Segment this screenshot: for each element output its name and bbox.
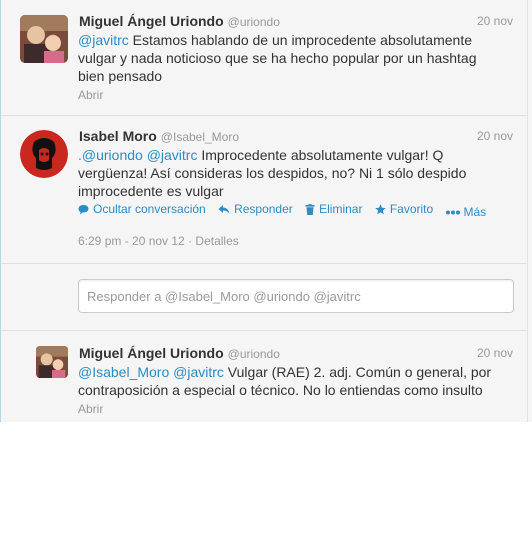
conversation-timeline: Miguel Ángel Uriondo @uriondo 20 nov @jav… xyxy=(0,0,532,422)
delete-label: Eliminar xyxy=(319,202,363,216)
reply-area xyxy=(1,263,527,330)
delete-button[interactable]: Eliminar xyxy=(305,202,362,216)
mention-links[interactable]: @Isabel_Moro @javitrc xyxy=(78,364,224,380)
author-name[interactable]: Miguel Ángel Uriondo @uriondo xyxy=(79,13,280,29)
tweet-text: @Isabel_Moro @javitrc Vulgar (RAE) 2. ad… xyxy=(78,363,503,399)
reply-arrow-icon xyxy=(218,204,230,214)
reply-input[interactable] xyxy=(78,279,514,313)
star-icon xyxy=(375,203,386,214)
tweet-text: @javitrc Estamos hablando de un improced… xyxy=(78,31,498,85)
hide-conversation-button[interactable]: Ocultar conversación xyxy=(78,202,206,216)
more-dots-icon xyxy=(445,210,460,214)
speech-bubble-icon xyxy=(78,204,89,214)
mention-links[interactable]: .@uriondo @javitrc xyxy=(78,147,197,163)
hide-conversation-label: Ocultar conversación xyxy=(93,202,206,216)
tweet-uriondo-2[interactable]: Miguel Ángel Uriondo @uriondo 20 nov @Isa… xyxy=(1,330,527,422)
reply-button[interactable]: Responder xyxy=(218,202,293,216)
more-label: Más xyxy=(463,205,487,219)
author-name[interactable]: Miguel Ángel Uriondo @uriondo xyxy=(79,345,280,361)
author-handle[interactable]: @uriondo xyxy=(228,347,280,361)
tweet-uriondo-1[interactable]: Miguel Ángel Uriondo @uriondo 20 nov @jav… xyxy=(1,0,527,115)
author-display-name[interactable]: Miguel Ángel Uriondo xyxy=(79,13,224,29)
open-tweet-link[interactable]: Abrir xyxy=(78,88,103,102)
author-handle[interactable]: @Isabel_Moro xyxy=(161,130,239,144)
meta-separator: · xyxy=(184,234,196,248)
avatar-uriondo[interactable] xyxy=(36,346,68,378)
tweet-isabel[interactable]: Isabel Moro @Isabel_Moro 20 nov .@uriondo… xyxy=(1,115,527,263)
tweet-date[interactable]: 20 nov xyxy=(477,14,513,28)
avatar-uriondo[interactable] xyxy=(20,15,68,63)
reply-label: Responder xyxy=(234,202,293,216)
open-tweet-link[interactable]: Abrir xyxy=(78,402,103,416)
tweet-meta: 6:29 pm - 20 nov 12 · Detalles xyxy=(78,234,239,248)
tweet-text: .@uriondo @javitrc Improcedente absoluta… xyxy=(78,146,498,200)
details-link[interactable]: Detalles xyxy=(195,234,238,248)
avatar-isabel[interactable] xyxy=(20,130,68,178)
author-display-name[interactable]: Miguel Ángel Uriondo xyxy=(79,345,224,361)
favorite-label: Favorito xyxy=(389,202,434,216)
tweet-timestamp[interactable]: 6:29 pm - 20 nov 12 xyxy=(78,234,185,248)
tweet-date[interactable]: 20 nov xyxy=(477,129,513,143)
author-display-name[interactable]: Isabel Moro xyxy=(79,128,157,144)
tweet-actions: Ocultar conversación Responder Eliminar … xyxy=(78,202,495,219)
favorite-button[interactable]: Favorito xyxy=(375,202,433,216)
mention-link[interactable]: @javitrc xyxy=(78,32,129,48)
tweet-body: Estamos hablando de un improcedente abso… xyxy=(78,32,477,84)
author-name[interactable]: Isabel Moro @Isabel_Moro xyxy=(79,128,239,144)
tweet-date[interactable]: 20 nov xyxy=(477,346,513,360)
more-button[interactable]: Más xyxy=(445,205,487,219)
author-handle[interactable]: @uriondo xyxy=(228,15,280,29)
trash-icon xyxy=(305,203,315,215)
timeline-border xyxy=(527,0,528,422)
